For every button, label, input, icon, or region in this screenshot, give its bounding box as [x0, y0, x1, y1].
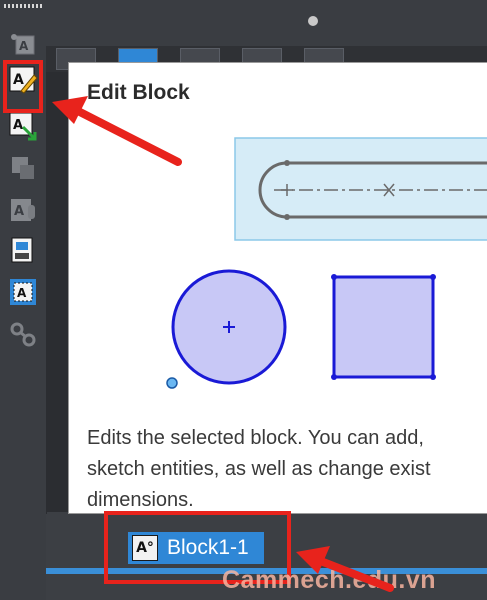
explode-block-icon[interactable]	[7, 152, 39, 184]
description-line: dimensions.	[87, 489, 194, 511]
toolbar-grip[interactable]	[4, 4, 42, 8]
save-block-file-icon[interactable]	[7, 234, 39, 266]
save-block-icon[interactable]: A	[7, 110, 39, 142]
svg-text:A: A	[13, 118, 23, 133]
svg-text:A: A	[19, 39, 29, 53]
rebuild-block-icon[interactable]: A	[7, 194, 39, 226]
feature-tree-panel	[46, 72, 68, 512]
tooltip-description: Edits the selected block. You can add, sk…	[87, 423, 487, 513]
link-block-icon[interactable]	[7, 318, 39, 350]
svg-text:A: A	[14, 204, 24, 219]
watermark: Cammech.edu.vn	[222, 566, 437, 594]
edit-block-highlight	[3, 60, 43, 113]
block-toolbar: A A A A A	[0, 0, 47, 600]
block-illustration	[166, 137, 487, 389]
insert-note-icon[interactable]: A	[7, 28, 39, 60]
block-note-icon[interactable]: A	[7, 276, 39, 308]
description-line: Edits the selected block. You can add,	[87, 427, 424, 449]
description-line: sketch entities, as well as change exist	[87, 458, 431, 480]
top-toolbar	[46, 0, 487, 46]
svg-text:A: A	[17, 286, 27, 300]
edit-block-tooltip: Edit Block Edits the selected block. You…	[68, 62, 487, 514]
drag-handle[interactable]	[308, 16, 318, 26]
